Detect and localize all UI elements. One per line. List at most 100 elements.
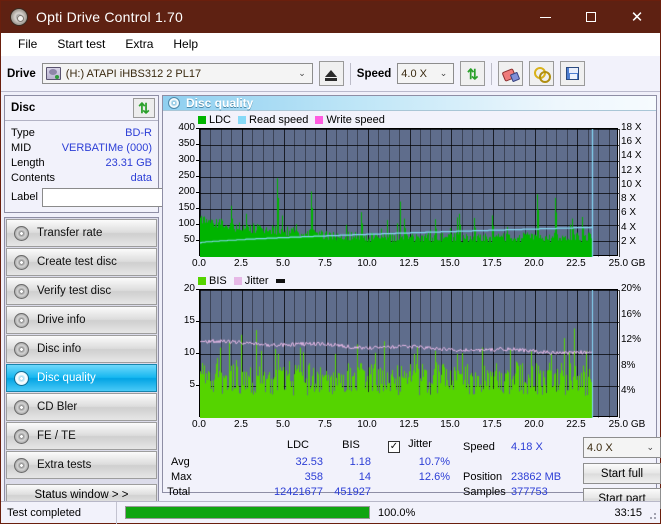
disc-row-key: MID [11,142,31,154]
disc-row-key: Length [11,157,45,169]
floppy-save-icon [566,67,579,80]
sidebar-item-disc-quality[interactable]: Disc quality [6,364,157,392]
erase-button[interactable] [498,61,523,86]
x-tick-label: 12.5 [393,419,425,430]
minimize-icon [540,17,551,18]
legend-item-jitter: Jitter [234,275,269,287]
maximize-icon [586,12,596,22]
stats-row-avg-ldc: 32.53 [263,456,323,468]
x-tick-label: 17.5 [476,419,508,430]
y2-tick-label: 16 X [621,136,642,147]
x-tick-label: 22.5 [560,419,592,430]
x-tick-label: 0.0 [183,258,215,269]
panel-header: Disc quality [163,96,656,111]
stats-row-max-key: Max [171,471,192,483]
sidebar-item-fe-te[interactable]: FE / TE [6,422,157,450]
y2-tick-label: 14 X [621,150,642,161]
y-tick-label: 5 [165,379,195,390]
x-tick-label: 15.0 [434,258,466,269]
menu-start-test[interactable]: Start test [48,34,114,54]
tick-mark [196,240,199,241]
disc-row-value: BD-R [125,127,152,139]
disc-icon [14,400,29,415]
legend-marker [276,279,285,283]
save-button[interactable] [560,61,585,86]
jitter-checkbox-group[interactable]: ✓ Jitter [388,438,432,453]
maximize-button[interactable] [568,1,614,33]
close-button[interactable]: ✕ [614,1,660,33]
grid-line-v [619,129,620,257]
position-stat-label: Position [463,471,502,483]
legend-swatch [276,279,285,283]
sidebar-item-disc-info[interactable]: Disc info [6,335,157,363]
start-full-button[interactable]: Start full [583,463,661,484]
stats-row-total-bis: 451927 [315,486,371,498]
eject-button[interactable] [319,61,344,86]
disc-row-mid: MID VERBATIMe (000) [11,140,152,155]
tick-mark [196,176,199,177]
disc-icon [14,342,29,357]
link-button[interactable] [529,61,554,86]
menu-file[interactable]: File [9,34,46,54]
stats-row-max-jitter: 12.6% [385,471,450,483]
sidebar-item-label: Transfer rate [37,227,102,239]
disc-refresh-button[interactable]: ⇅ [133,98,155,118]
stats-row-avg-key: Avg [171,456,190,468]
disc-quality-panel: Disc quality LDC Read speed [162,95,657,493]
sidebar-item-drive-info[interactable]: Drive info [6,306,157,334]
title-bar: Opti Drive Control 1.70 ✕ [1,1,660,33]
tick-mark [196,385,199,386]
jitter-checkbox[interactable]: ✓ [388,441,400,453]
drive-select[interactable]: (H:) ATAPI iHBS312 2 PL17 ⌄ [42,63,313,84]
stats-row-total-ldc: 12421677 [251,486,323,498]
sidebar-item-cd-bler[interactable]: CD Bler [6,393,157,421]
disc-icon [14,429,29,444]
sidebar-item-label: Drive info [37,314,86,326]
tick-mark [196,160,199,161]
x-tick-label: 7.5 [309,419,341,430]
chevron-down-icon: ⌄ [640,442,657,453]
x-tick-label: 20.0 [518,258,550,269]
sidebar-item-create-test-disc[interactable]: Create test disc [6,248,157,276]
legend-item-write-speed: Write speed [315,114,385,126]
toolbar-divider-2 [491,63,492,85]
disc-info-title: Disc [11,102,35,114]
legend-swatch [198,277,206,285]
resize-grip[interactable] [647,510,657,520]
sidebar-item-label: Disc quality [37,372,96,384]
y-tick-label: 20 [165,283,195,294]
refresh-button[interactable]: ⇅ [460,61,485,86]
stats-row-avg-bis: 1.18 [323,456,371,468]
left-sidebar: Disc ⇅ Type BD-R MID VERBATIMe (000) [4,95,159,493]
progress-bar [125,506,370,519]
x-tick-label: 25.0 GB [602,258,652,269]
menu-extra[interactable]: Extra [116,34,162,54]
disc-row-key: Type [11,127,35,139]
sidebar-item-verify-test-disc[interactable]: Verify test disc [6,277,157,305]
chain-icon [534,67,549,80]
disc-icon [14,255,29,270]
menu-help[interactable]: Help [164,34,207,54]
sidebar-item-extra-tests[interactable]: Extra tests [6,451,157,479]
test-speed-select[interactable]: 4.0 X ⌄ [583,437,661,458]
disc-info-rows: Type BD-R MID VERBATIMe (000) Length 23.… [5,121,158,212]
sidebar-item-transfer-rate[interactable]: Transfer rate [6,219,157,247]
close-icon: ✕ [631,10,644,25]
disc-row-contents: Contents data [11,170,152,185]
menu-bar: File Start test Extra Help [1,33,660,56]
plot-area [199,128,618,256]
charts-area: LDC Read speed Write speed 5010015020025… [163,111,656,435]
tick-mark [196,144,199,145]
stats-header-ldc: LDC [273,439,323,451]
speed-select[interactable]: 4.0 X ⌄ [397,63,454,84]
x-tick-label: 2.5 [225,258,257,269]
chevron-down-icon: ⌄ [292,68,309,79]
minimize-button[interactable] [522,1,568,33]
stats-table: LDC BIS ✓ Jitter Avg 32.53 1.18 10.7% Ma… [163,439,463,492]
eject-icon [325,70,337,77]
stats-row-max-ldc: 358 [263,471,323,483]
speed-stat-label: Speed [463,441,495,453]
sidebar-item-label: FE / TE [37,430,76,442]
y-tick-label: 400 [165,122,195,133]
eraser-icon [503,68,518,79]
